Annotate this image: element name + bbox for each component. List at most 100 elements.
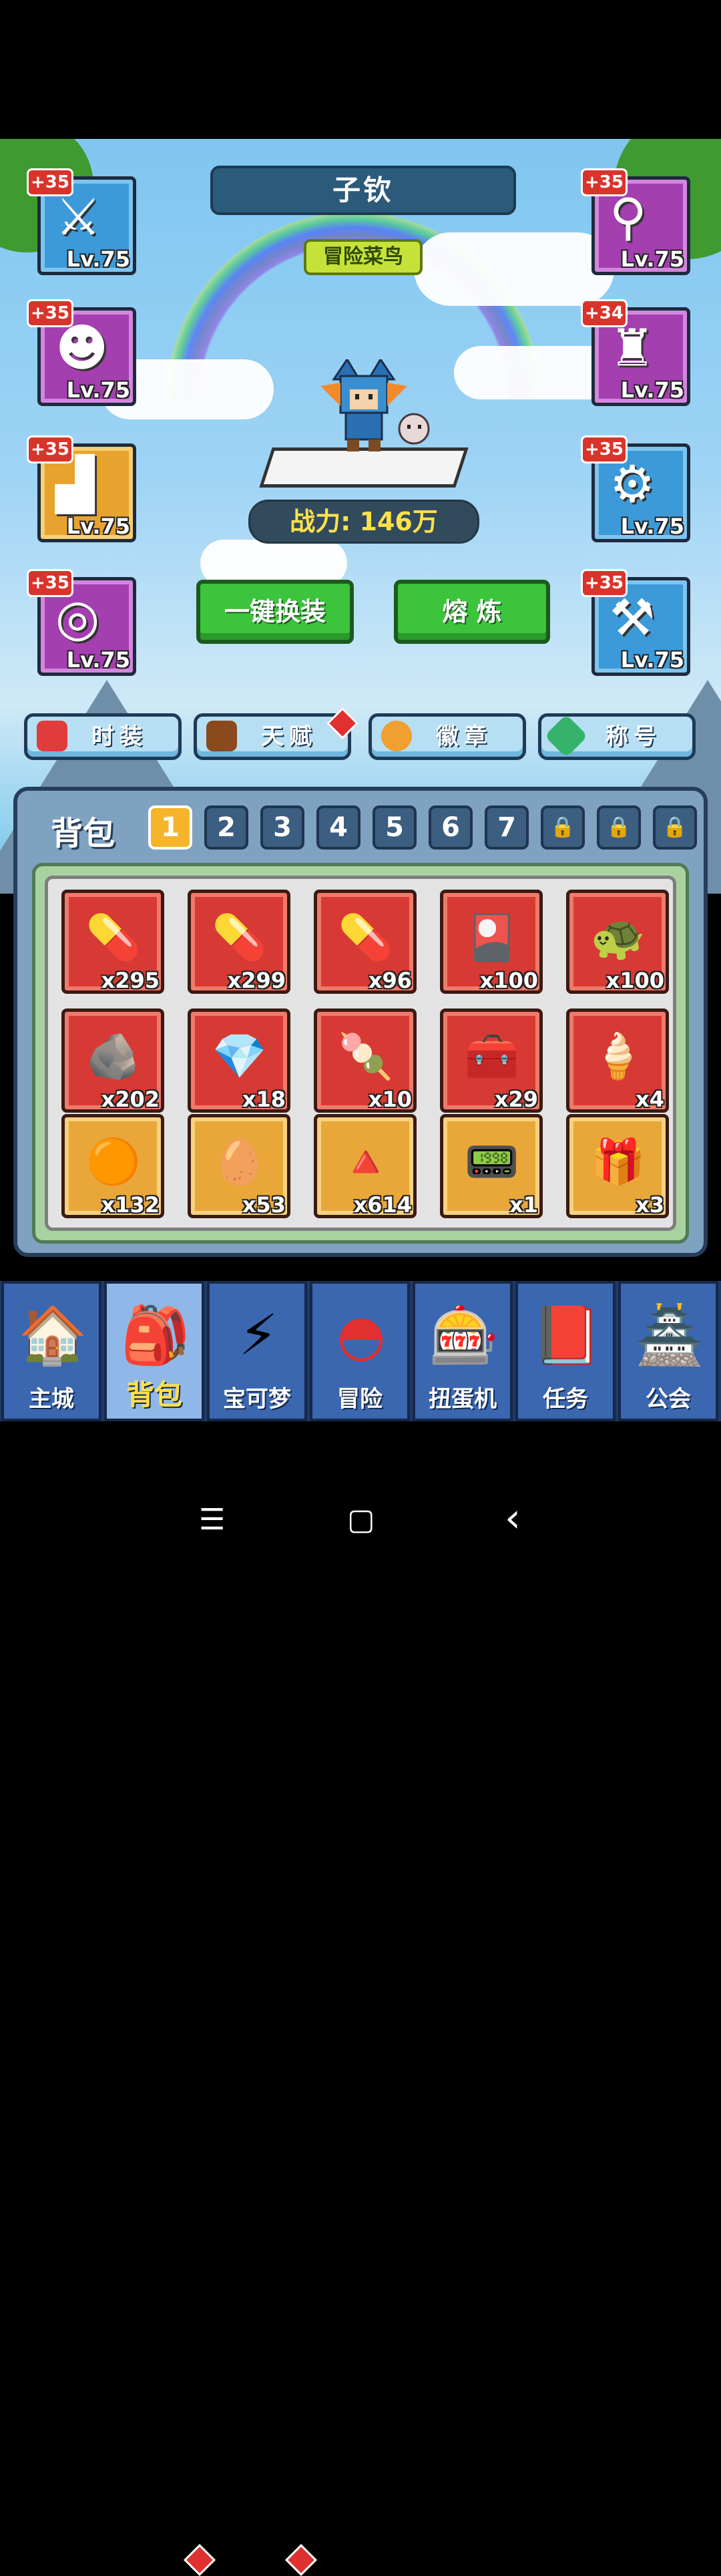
nav-adventure[interactable]: ◓ 冒险 bbox=[310, 1281, 410, 1421]
inventory-item[interactable]: 🎴 x100 bbox=[440, 890, 543, 994]
yellow-capsule-icon: 💊 bbox=[212, 912, 268, 963]
nav-gacha[interactable]: 🎰 扭蛋机 bbox=[413, 1281, 513, 1421]
nav-quests[interactable]: 📕 任务 bbox=[515, 1281, 616, 1421]
talent-label: 天赋 bbox=[261, 723, 317, 750]
inventory-item[interactable]: 🧰 x29 bbox=[440, 1008, 543, 1113]
inventory-item[interactable]: 🍦 x4 bbox=[566, 1008, 669, 1113]
red-chest-icon: 🧰 bbox=[464, 1031, 520, 1082]
item-count: x18 bbox=[242, 1087, 286, 1112]
inventory-item[interactable]: 🎁 x3 bbox=[566, 1114, 669, 1218]
enhance-badge: +35 bbox=[581, 435, 628, 464]
ice-cream-icon: 🍦 bbox=[590, 1031, 646, 1082]
axe-icon: ⚒ bbox=[610, 588, 656, 647]
equip-level: Lv.75 bbox=[66, 647, 130, 673]
inventory-title: 背包 bbox=[51, 815, 115, 852]
device-icon: 📟 bbox=[464, 1136, 520, 1187]
inventory-item[interactable]: 🔺 x614 bbox=[314, 1114, 417, 1218]
smelt-button[interactable]: 熔 炼 bbox=[394, 580, 550, 644]
lock-icon[interactable]: 🔒 bbox=[597, 805, 641, 850]
item-count: x299 bbox=[227, 968, 286, 993]
item-count: x4 bbox=[636, 1087, 664, 1112]
turtle-icon: 🐢 bbox=[590, 912, 646, 963]
green-egg-icon: 🥚 bbox=[212, 1136, 268, 1187]
inventory-page-tab[interactable]: 5 bbox=[373, 805, 417, 850]
inventory-page-tab[interactable]: 3 bbox=[260, 805, 304, 850]
item-count: x614 bbox=[353, 1192, 412, 1218]
inventory-page-tab[interactable]: 1 bbox=[148, 805, 192, 850]
gacha-machine-icon: 🎰 bbox=[429, 1302, 499, 1368]
lock-icon[interactable]: 🔒 bbox=[541, 805, 585, 850]
sword-icon: ⚔ bbox=[55, 187, 101, 246]
inventory-item[interactable]: 📟 x1 bbox=[440, 1114, 543, 1218]
inventory-page-tab[interactable]: 4 bbox=[316, 805, 360, 850]
mystery-box-icon: 🎁 bbox=[590, 1136, 646, 1187]
enhance-badge: +35 bbox=[27, 435, 73, 464]
inventory-item[interactable]: 🟠 x132 bbox=[61, 1114, 164, 1218]
enhance-badge: +35 bbox=[581, 569, 628, 597]
inventory-item[interactable]: 💎 x18 bbox=[188, 1008, 290, 1113]
title-gem-icon bbox=[544, 714, 588, 758]
inventory-grid: 💊 x295 💊 x299 💊 x96 🎴 x100 🐢 x100 🪨 x202… bbox=[45, 876, 676, 1231]
inventory-page-tab[interactable]: 2 bbox=[204, 805, 248, 850]
item-count: x295 bbox=[101, 968, 160, 993]
blue-gem-icon: 💎 bbox=[212, 1031, 268, 1082]
pink-capsule-icon: 💊 bbox=[85, 912, 142, 963]
equip-level: Lv.75 bbox=[66, 246, 130, 272]
cloud bbox=[414, 232, 614, 306]
helmet-icon: ☻ bbox=[55, 318, 109, 377]
pikachu-icon: ⚡ bbox=[238, 1302, 278, 1368]
item-count: x100 bbox=[479, 968, 538, 993]
bottom-navigation: 🏠 主城 🎒 背包 ⚡ 宝可梦 ◓ 冒险 🎰 扭蛋机 📕 任务 🏯 公会 bbox=[0, 1281, 721, 2576]
ring-icon: ◎ bbox=[55, 588, 100, 647]
nav-label: 扭蛋机 bbox=[429, 1386, 497, 1413]
equip-level: Lv.75 bbox=[66, 514, 130, 539]
backpack-icon: 🎒 bbox=[120, 1302, 191, 1368]
badge-button[interactable]: 徽章 bbox=[369, 713, 526, 760]
inventory-item[interactable]: 💊 x299 bbox=[188, 890, 290, 994]
inventory-panel: 背包 1 2 3 4 5 6 7 🔒 🔒 🔒 💊 x295 💊 x299 💊 x… bbox=[13, 787, 708, 1257]
inventory-page-tab[interactable]: 6 bbox=[429, 805, 473, 850]
talent-book-icon bbox=[206, 721, 237, 751]
pokemon-notification-dot bbox=[284, 2543, 318, 2576]
inventory-item[interactable]: 🥚 x53 bbox=[188, 1114, 290, 1218]
item-count: x29 bbox=[494, 1087, 538, 1112]
item-count: x10 bbox=[368, 1087, 412, 1112]
nav-guild[interactable]: 🏯 公会 bbox=[618, 1281, 718, 1421]
nav-backpack[interactable]: 🎒 背包 bbox=[104, 1281, 204, 1421]
fashion-button[interactable]: 时装 bbox=[24, 713, 182, 760]
quest-icon: 📕 bbox=[531, 1302, 602, 1368]
home-icon[interactable]: ▢ bbox=[347, 1503, 375, 1537]
inventory-item[interactable]: 🐢 x100 bbox=[566, 890, 669, 994]
fire-orb-icon: 🟠 bbox=[85, 1136, 142, 1187]
red-crystal-icon: 🔺 bbox=[338, 1136, 394, 1187]
item-count: x96 bbox=[368, 968, 412, 993]
guild-icon: 🏯 bbox=[634, 1302, 705, 1368]
inventory-item[interactable]: 🪨 x202 bbox=[61, 1008, 164, 1113]
nav-label: 任务 bbox=[543, 1386, 588, 1413]
fashion-label: 时装 bbox=[91, 723, 148, 750]
nav-main-city[interactable]: 🏠 主城 bbox=[1, 1281, 101, 1421]
character-platform bbox=[259, 447, 469, 488]
status-bar-area bbox=[0, 0, 721, 139]
equip-level: Lv.75 bbox=[66, 377, 130, 403]
pet-companion[interactable] bbox=[394, 406, 434, 446]
nav-label: 公会 bbox=[646, 1386, 691, 1413]
talent-button[interactable]: 天赋 bbox=[194, 713, 351, 760]
enhance-badge: +35 bbox=[27, 168, 73, 196]
nav-pokemon[interactable]: ⚡ 宝可梦 bbox=[207, 1281, 307, 1421]
menu-icon[interactable]: ☰ bbox=[199, 1503, 225, 1537]
lock-icon[interactable]: 🔒 bbox=[653, 805, 697, 850]
inventory-item[interactable]: 💊 x96 bbox=[314, 890, 417, 994]
back-icon[interactable]: ‹ bbox=[505, 1495, 521, 1541]
player-rank-tag[interactable]: 冒险菜鸟 bbox=[304, 239, 423, 275]
combat-power: 战力: 146万 bbox=[248, 500, 479, 544]
inventory-page-tab[interactable]: 7 bbox=[485, 805, 529, 850]
equip-all-button[interactable]: 一键换装 bbox=[196, 580, 354, 644]
equip-level: Lv.75 bbox=[620, 647, 684, 673]
boots-icon: ▟ bbox=[55, 454, 95, 514]
enhance-badge: +35 bbox=[27, 299, 73, 327]
inventory-item[interactable]: 🍡 x10 bbox=[314, 1008, 417, 1113]
title-button[interactable]: 称号 bbox=[538, 713, 696, 760]
cards-icon: 🎴 bbox=[464, 912, 520, 963]
inventory-item[interactable]: 💊 x295 bbox=[61, 890, 164, 994]
